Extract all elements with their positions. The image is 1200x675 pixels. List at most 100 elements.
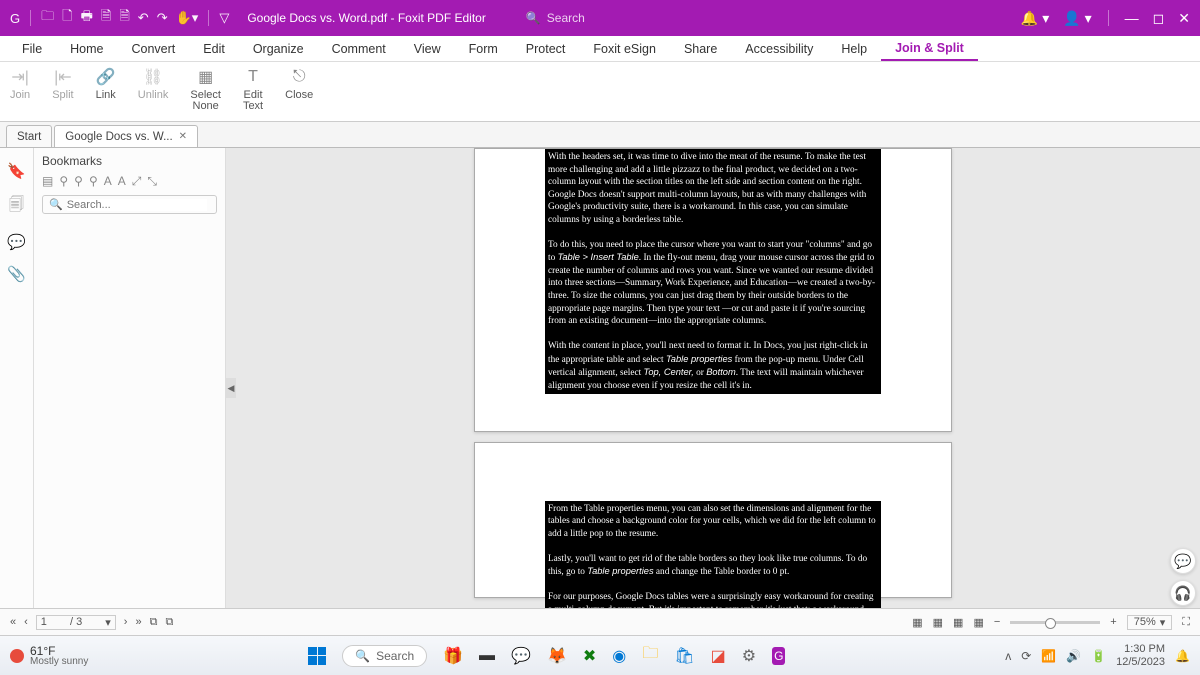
clock-date: 12/5/2023 [1116, 656, 1165, 668]
document-tab[interactable]: Google Docs vs. W...✕ [54, 125, 198, 147]
taskbar-settings-icon[interactable]: ⚙ [742, 646, 756, 666]
ribbon-cmd-unlink[interactable]: ⛓Unlink [138, 66, 169, 101]
doc-icon[interactable]: 🗎 [101, 7, 111, 29]
layout1-icon[interactable]: ▦ [912, 616, 922, 629]
taskbar-foxit-icon[interactable]: G [772, 647, 785, 665]
taskbar-app1-icon[interactable]: ▬ [479, 647, 495, 665]
bmk-add-icon[interactable]: ⚲ [59, 174, 68, 189]
ribbon-tab-join-split[interactable]: Join & Split [881, 36, 978, 61]
zoom-value[interactable]: 75% ▾ [1127, 615, 1173, 630]
taskbar-gift-icon[interactable]: 🎁 [443, 646, 463, 666]
taskbar-firefox-icon[interactable]: 🦊 [547, 646, 567, 666]
ribbon-cmd-split[interactable]: |⇤Split [52, 66, 73, 101]
next-page-icon[interactable]: › [124, 616, 128, 628]
ribbon-cmd-edit[interactable]: TEditText [243, 66, 263, 112]
bookmarks-search-input[interactable] [67, 199, 207, 211]
chevron-down-icon[interactable]: ▾ [1160, 616, 1166, 629]
ribbon-tab-file[interactable]: File [8, 36, 56, 61]
ribbon-cmd-select[interactable]: ▦SelectNone [190, 66, 221, 112]
ribbon-cmd-link[interactable]: 🔗Link [96, 66, 116, 101]
ribbon-tab-form[interactable]: Form [455, 36, 512, 61]
doc2-icon[interactable]: 🗎 [119, 7, 129, 29]
pages-icon[interactable]: 🗐 [9, 194, 24, 219]
bookmarks-search[interactable]: 🔍 [42, 195, 217, 214]
taskbar-app2-icon[interactable]: ◪ [711, 646, 726, 666]
bmk-del-icon[interactable]: ⚲ [74, 174, 83, 189]
bmk-expand-icon[interactable]: ⤢ [132, 174, 142, 189]
zoom-in-icon[interactable]: + [1110, 616, 1116, 628]
last-page-icon[interactable]: » [135, 616, 141, 628]
tray-sync-icon[interactable]: ⟳ [1021, 649, 1031, 663]
maximize-icon[interactable]: ◻ [1153, 10, 1165, 27]
taskbar-search[interactable]: 🔍 Search [342, 645, 427, 667]
bmk-exp-icon[interactable]: ⚲ [89, 174, 98, 189]
document-tab[interactable]: Start [6, 125, 52, 147]
chevron-down-icon[interactable]: ▾ [105, 616, 111, 629]
ribbon-tab-share[interactable]: Share [670, 36, 731, 61]
dropdown-icon[interactable]: ▽ [219, 10, 229, 26]
taskbar-weather[interactable]: 61°F Mostly sunny [10, 645, 88, 667]
user-icon[interactable]: 👤 ▾ [1063, 10, 1091, 27]
chat-help-icon[interactable]: 💬 [1170, 548, 1196, 574]
ribbon-tab-foxit-esign[interactable]: Foxit eSign [579, 36, 670, 61]
taskbar-chat-icon[interactable]: 💬 [511, 646, 531, 666]
attachments-icon[interactable]: 📎 [7, 265, 26, 283]
headset-icon[interactable]: 🎧 [1170, 580, 1196, 606]
bmk-a1-icon[interactable]: A [104, 174, 112, 189]
minimize-icon[interactable]: — [1125, 10, 1139, 26]
view2-icon[interactable]: ⧉ [165, 616, 173, 629]
layout4-icon[interactable]: ▦ [973, 616, 983, 629]
tray-chevron-icon[interactable]: ʌ [1005, 649, 1011, 663]
hand-icon[interactable]: ✋▾ [176, 10, 199, 26]
taskbar-edge-icon[interactable]: ◉ [612, 646, 626, 666]
zoom-slider[interactable] [1010, 621, 1100, 624]
ribbon-tab-edit[interactable]: Edit [189, 36, 239, 61]
print-icon[interactable]: 🖶 [81, 7, 93, 29]
close-tab-icon[interactable]: ✕ [179, 131, 187, 142]
open-icon[interactable]: 🗀 [41, 7, 54, 29]
redo-icon[interactable]: ↷ [157, 10, 168, 26]
search-icon: 🔍 [49, 198, 63, 211]
prev-page-icon[interactable]: ‹ [24, 616, 28, 628]
fullscreen-icon[interactable]: ⛶ [1182, 616, 1190, 629]
taskbar-xbox-icon[interactable]: ✖ [583, 646, 596, 666]
title-search-input[interactable] [547, 11, 702, 25]
taskbar-store-icon[interactable]: 🛍 [674, 646, 694, 666]
tray-volume-icon[interactable]: 🔊 [1066, 649, 1081, 663]
collapse-panel-icon[interactable]: ◀ [226, 378, 236, 398]
taskbar-explorer-icon[interactable]: 🗀 [642, 642, 658, 669]
tray-battery-icon[interactable]: 🔋 [1091, 649, 1106, 663]
taskbar-clock[interactable]: 1:30 PM 12/5/2023 [1116, 643, 1165, 667]
bmk-collapse-icon[interactable]: ⤡ [147, 174, 157, 189]
zoom-out-icon[interactable]: − [994, 616, 1000, 628]
layout2-icon[interactable]: ▦ [933, 616, 943, 629]
ribbon-tab-view[interactable]: View [400, 36, 455, 61]
bell-icon[interactable]: 🔔 ▾ [1021, 10, 1049, 27]
ribbon-tab-organize[interactable]: Organize [239, 36, 318, 61]
ribbon-cmd-close[interactable]: ⎋Close [285, 66, 313, 101]
ribbon-cmd-join[interactable]: ⇥|Join [10, 66, 30, 101]
ribbon-tab-accessibility[interactable]: Accessibility [731, 36, 827, 61]
ribbon-tab-help[interactable]: Help [827, 36, 881, 61]
pdf-page-2: From the Table properties menu, you can … [474, 442, 952, 598]
title-search[interactable]: 🔍 [526, 11, 866, 25]
undo-icon[interactable]: ↶ [138, 10, 149, 26]
ribbon-tab-convert[interactable]: Convert [118, 36, 190, 61]
save-icon[interactable]: 🗋 [62, 7, 72, 29]
start-icon[interactable] [308, 647, 326, 665]
view1-icon[interactable]: ⧉ [150, 616, 158, 629]
tray-notifications-icon[interactable]: 🔔 [1175, 649, 1190, 663]
ribbon-tab-protect[interactable]: Protect [512, 36, 580, 61]
layout3-icon[interactable]: ▦ [953, 616, 963, 629]
page-input[interactable]: 1 / 3 ▾ [36, 615, 116, 630]
ribbon-tab-comment[interactable]: Comment [318, 36, 400, 61]
ribbon-tab-home[interactable]: Home [56, 36, 117, 61]
close-window-icon[interactable]: ✕ [1178, 10, 1190, 27]
document-viewer[interactable]: ◀ With the headers set, it was time to d… [226, 148, 1200, 608]
comments-icon[interactable]: 💬 [7, 233, 26, 251]
bookmarks-icon[interactable]: 🔖 [7, 162, 26, 180]
tray-wifi-icon[interactable]: 📶 [1041, 649, 1056, 663]
bmk-a2-icon[interactable]: A [118, 174, 126, 189]
bmk-tool-icon[interactable]: ▤ [42, 174, 53, 189]
first-page-icon[interactable]: « [10, 616, 16, 628]
